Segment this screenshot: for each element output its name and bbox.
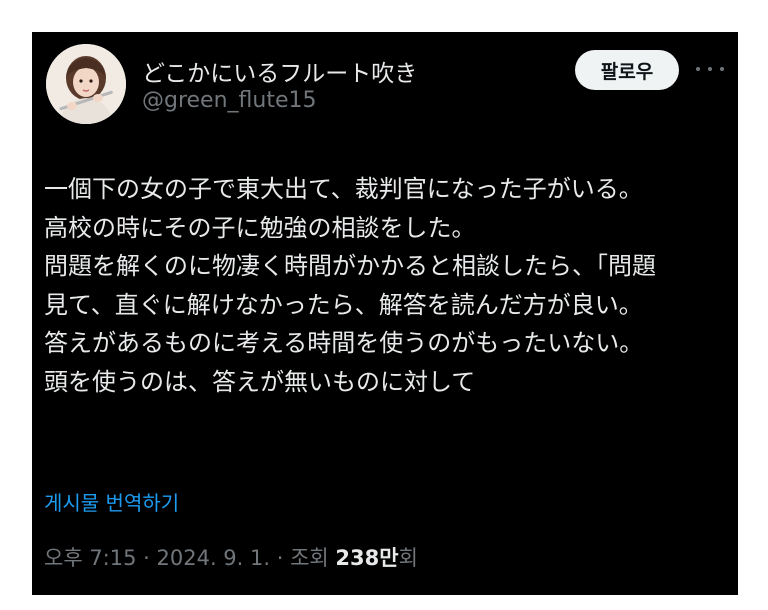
tweet-date[interactable]: 2024. 9. 1. <box>157 546 271 570</box>
tweet-card: どこかにいるフルート吹き @green_flute15 팔로우 一個下の女の子で… <box>32 32 738 595</box>
meta-separator: · <box>136 546 157 570</box>
tweet-line: 一個下の女の子で東大出て、裁判官になった子がいる。 <box>44 175 643 203</box>
tweet-meta: 오후 7:15 · 2024. 9. 1. · 조회 238만회 <box>44 542 418 572</box>
tweet-text: 一個下の女の子で東大出て、裁判官になった子がいる。 高校の時にその子に勉強の相談… <box>44 170 734 401</box>
views-count: 238만 <box>335 546 399 570</box>
more-dot <box>708 67 712 71</box>
more-dot <box>720 67 724 71</box>
tweet-line: 頭を使うのは、答えが無いものに対して <box>44 367 476 396</box>
tweet-time[interactable]: 오후 7:15 <box>44 546 136 570</box>
more-dot <box>696 67 700 71</box>
avatar-image <box>46 44 126 124</box>
tweet-line: 問題を解くのに物凄く時間がかかると相談したら、｢問題 <box>44 252 656 280</box>
tweet-line: 高校の時にその子に勉強の相談をした。 <box>44 213 476 242</box>
tweet-line: 見て、直ぐに解けなかったら、解答を読んだ方が良い。 <box>44 290 643 319</box>
follow-button[interactable]: 팔로우 <box>575 50 679 90</box>
tweet-line: 答えがあるものに考える時間を使うのがもったいない。 <box>44 329 644 357</box>
meta-separator: · <box>270 546 291 570</box>
author-display-name[interactable]: どこかにいるフルート吹き <box>142 54 417 88</box>
author-handle[interactable]: @green_flute15 <box>142 88 317 113</box>
more-horizontal-icon[interactable] <box>696 59 724 79</box>
translate-post-link[interactable]: 게시물 번역하기 <box>44 487 179 516</box>
avatar[interactable] <box>46 44 126 124</box>
views-suffix: 회 <box>398 546 418 570</box>
views-label: 조회 <box>290 546 329 570</box>
